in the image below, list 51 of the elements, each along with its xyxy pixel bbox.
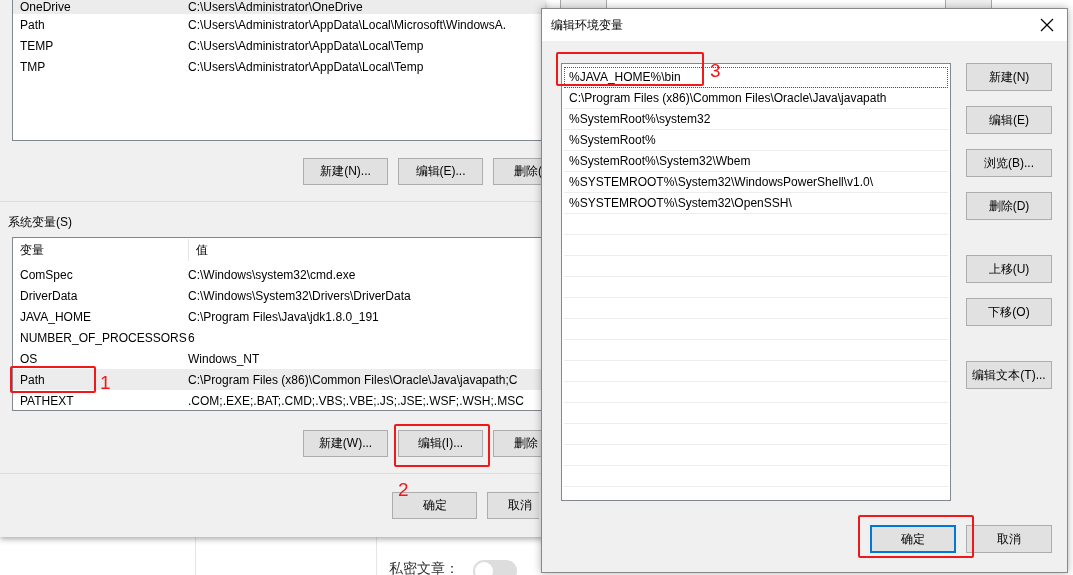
cancel-button[interactable]: 取消 xyxy=(487,492,539,519)
variable-name[interactable]: Path xyxy=(20,372,45,387)
privacy-label: 私密文章： xyxy=(389,560,459,575)
variable-button[interactable]: 新建(N)... xyxy=(303,158,388,185)
action-button[interactable]: 编辑(E) xyxy=(966,106,1052,134)
action-button[interactable]: 上移(U) xyxy=(966,255,1052,283)
action-button[interactable]: 下移(O) xyxy=(966,298,1052,326)
variable-value: C:\Program Files (x86)\Common Files\Oracle\Java\javapath;C xyxy=(188,372,518,387)
variable-name[interactable]: Path xyxy=(20,17,45,32)
path-entry[interactable]: %SYSTEMROOT%\System32\OpenSSH\ xyxy=(569,196,792,210)
variable-value: C:\Windows\System32\Drivers\DriverData xyxy=(188,288,411,303)
variable-value: C:\Users\Administrator\AppData\Local\Temp xyxy=(188,38,424,53)
path-entry[interactable]: %SystemRoot% xyxy=(569,133,656,147)
ok-button[interactable]: 确定 xyxy=(870,525,956,553)
action-button[interactable]: 删除(D) xyxy=(966,192,1052,220)
variable-name[interactable]: TMP xyxy=(20,59,46,74)
variable-name[interactable]: OneDrive xyxy=(20,0,71,14)
variable-value: .COM;.EXE;.BAT;.CMD;.VBS;.VBE;.JS;.JSE;.WSF;.WSH;.MSC xyxy=(188,393,524,408)
variable-value: C:\Windows\system32\cmd.exe xyxy=(188,267,356,282)
dialog-title: 编辑环境变量 xyxy=(551,16,623,34)
path-entry[interactable]: %SystemRoot%\system32 xyxy=(569,112,711,126)
variable-value: C:\Program Files\Java\jdk1.8.0_191 xyxy=(188,309,379,324)
cancel-button[interactable]: 取消 xyxy=(966,525,1052,553)
variable-name[interactable]: PATHEXT xyxy=(20,393,74,408)
variable-name[interactable]: TEMP xyxy=(20,38,54,53)
path-entry[interactable]: %SYSTEMROOT%\System32\WindowsPowerShell\v1.0\ xyxy=(569,175,874,189)
variable-value: 6 xyxy=(188,330,195,345)
system-variables-label: 系统变量(S) xyxy=(8,214,72,231)
variable-value: C:\Users\Administrator\AppData\Local\Temp xyxy=(188,59,424,74)
path-entry[interactable]: %JAVA_HOME%\bin xyxy=(569,70,681,84)
annotation-number: 3 xyxy=(710,61,721,81)
variable-name[interactable]: OS xyxy=(20,351,38,366)
variable-name[interactable]: NUMBER_OF_PROCESSORS xyxy=(20,330,187,345)
variable-name[interactable]: ComSpec xyxy=(20,267,73,282)
action-button[interactable]: 浏览(B)... xyxy=(966,149,1052,177)
action-button[interactable]: 新建(N) xyxy=(966,63,1052,91)
variable-button[interactable]: 编辑(I)... xyxy=(398,430,483,457)
close-button[interactable] xyxy=(1039,17,1055,33)
variable-button[interactable]: 新建(W)... xyxy=(303,430,388,457)
variable-name[interactable]: DriverData xyxy=(20,288,78,303)
path-entry[interactable]: C:\Program Files (x86)\Common Files\Oracle\Java\javapath xyxy=(569,91,887,105)
variable-value: Windows_NT xyxy=(188,351,260,366)
column-header[interactable]: 值 xyxy=(189,239,208,261)
column-header[interactable]: 变量 xyxy=(13,239,189,261)
variable-value: C:\Users\Administrator\AppData\Local\Microsoft\WindowsA. xyxy=(188,17,507,32)
action-button[interactable]: 编辑文本(T)... xyxy=(966,361,1052,389)
path-entry[interactable]: %SystemRoot%\System32\Wbem xyxy=(569,154,751,168)
variable-value: C:\Users\Administrator\OneDrive xyxy=(188,0,363,14)
variable-name[interactable]: JAVA_HOME xyxy=(20,309,91,324)
annotation-number: 1 xyxy=(100,373,111,393)
variable-button[interactable]: 编辑(E)... xyxy=(398,158,483,185)
